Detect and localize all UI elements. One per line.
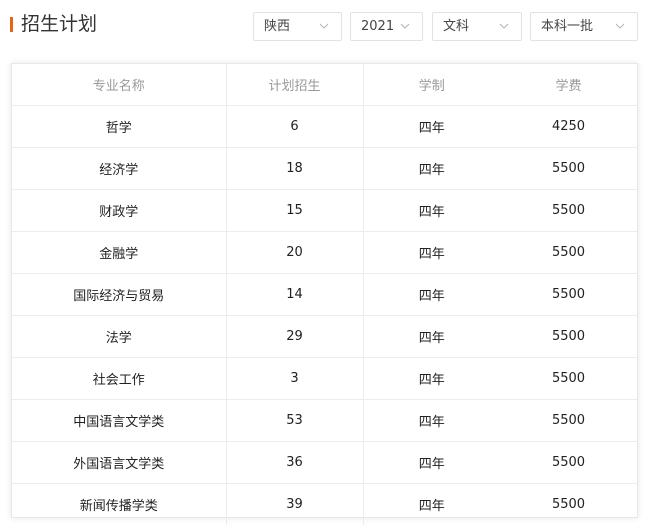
cell-major: 国际经济与贸易 [12,273,227,316]
cell-plan-count: 29 [226,315,364,358]
table-row: 中国语言文学类 53 四年 5500 [12,399,637,442]
cell-major: 财政学 [12,189,227,232]
cell-major: 经济学 [12,147,227,190]
table-row: 财政学 15 四年 5500 [12,189,637,232]
province-select[interactable]: 陕西 [253,12,342,41]
cell-major: 金融学 [12,231,227,274]
table-row: 金融学 20 四年 5500 [12,231,637,274]
cell-duration: 四年 [363,399,500,442]
cell-plan-count: 14 [226,273,364,316]
table-row: 哲学 6 四年 4250 [12,105,637,148]
cell-plan-count: 3 [226,357,364,400]
cell-duration: 四年 [363,273,500,316]
cell-major: 新闻传播学类 [12,483,227,525]
chevron-down-icon [319,23,329,29]
chevron-down-icon [615,23,625,29]
cell-duration: 四年 [363,105,500,148]
cell-plan-count: 39 [226,483,364,525]
cell-tuition: 5500 [500,231,637,274]
table-row: 经济学 18 四年 5500 [12,147,637,190]
chevron-down-icon [499,23,509,29]
column-header-plan-count: 计划招生 [226,64,364,106]
cell-tuition: 4250 [500,105,637,148]
cell-duration: 四年 [363,147,500,190]
cell-duration: 四年 [363,315,500,358]
cell-major: 中国语言文学类 [12,399,227,442]
page-header: 招生计划 陕西 2021 文科 本科一批 [0,0,650,52]
table-header-row: 专业名称 计划招生 学制 学费 [12,64,637,106]
column-header-major: 专业名称 [12,64,227,106]
title-accent-bar [10,17,13,32]
province-select-value: 陕西 [264,19,291,34]
cell-duration: 四年 [363,441,500,484]
cell-tuition: 5500 [500,273,637,316]
page-title: 招生计划 [21,13,98,35]
cell-duration: 四年 [418,499,445,514]
cell-plan-count: 6 [226,105,364,148]
cell-major: 法学 [12,315,227,358]
subject-select[interactable]: 文科 [432,12,522,41]
cell-tuition: 5500 [551,497,586,512]
year-select-value: 2021 [361,19,395,34]
enrollment-plan-table: 专业名称 计划招生 学制 学费 哲学 6 四年 4250 经济学 18 四年 5… [11,63,638,525]
year-select[interactable]: 2021 [350,12,423,41]
cell-tuition: 5500 [500,189,637,232]
cell-duration: 四年 [363,231,500,274]
cell-duration: 四年 [363,357,500,400]
table-row: 外国语言文学类 36 四年 5500 [12,441,637,484]
cell-plan-count: 18 [226,147,364,190]
cell-plan-count: 15 [226,189,364,232]
cell-plan-count: 53 [226,399,364,442]
cell-major: 外国语言文学类 [12,441,227,484]
cell-major: 哲学 [12,105,227,148]
cell-major: 社会工作 [12,357,227,400]
cell-tuition: 5500 [500,315,637,358]
cell-tuition: 5500 [500,441,637,484]
cell-plan-count: 20 [226,231,364,274]
cell-tuition: 5500 [500,357,637,400]
column-header-tuition: 学费 [500,64,637,106]
batch-select-value: 本科一批 [541,19,594,34]
cell-tuition: 5500 [500,399,637,442]
table-row: 国际经济与贸易 14 四年 5500 [12,273,637,316]
table-row: 法学 29 四年 5500 [12,315,637,358]
cell-tuition: 5500 [500,147,637,190]
chevron-down-icon [400,23,410,29]
table-row: 社会工作 3 四年 5500 [12,357,637,400]
cell-duration: 四年 [363,189,500,232]
table-row: 新闻传播学类 39 四年 5500 [12,483,637,525]
column-header-duration: 学制 [363,64,500,106]
plan-table: 专业名称 计划招生 学制 学费 哲学 6 四年 4250 经济学 18 四年 5… [12,64,637,525]
subject-select-value: 文科 [443,19,470,34]
cell-plan-count: 36 [226,441,364,484]
batch-select[interactable]: 本科一批 [530,12,638,41]
